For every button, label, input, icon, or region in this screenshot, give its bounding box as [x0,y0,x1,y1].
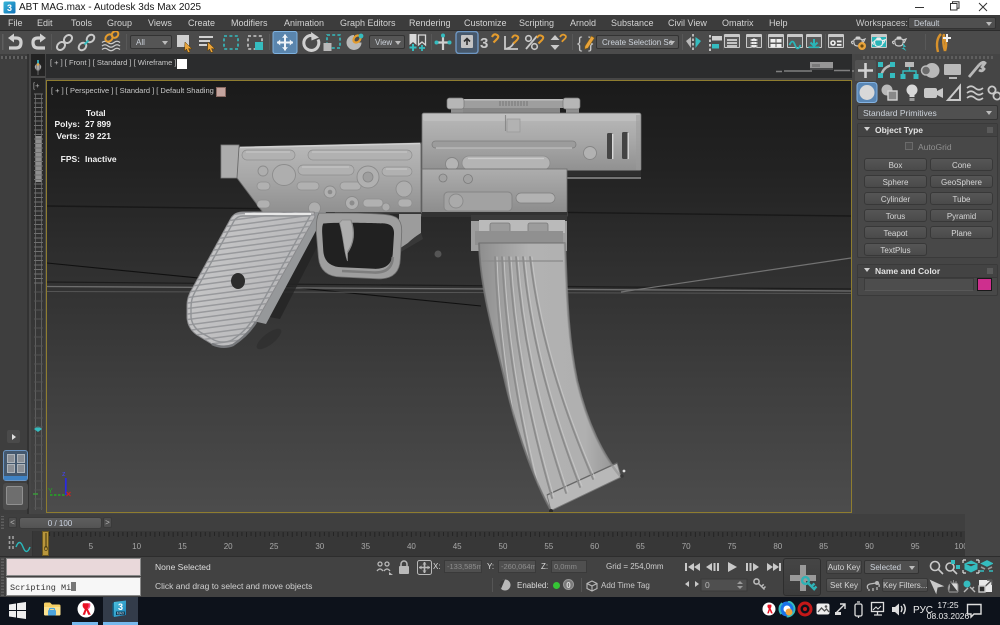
svg-text:70: 70 [682,542,691,551]
svg-text:55: 55 [544,542,553,551]
svg-text:20: 20 [224,542,233,551]
svg-text:90: 90 [865,542,874,551]
svg-text:95: 95 [911,542,920,551]
svg-text:15: 15 [178,542,187,551]
svg-text:0: 0 [705,580,710,590]
svg-text:{: { [577,35,583,52]
svg-text:3: 3 [480,35,488,52]
svg-text:3: 3 [118,602,123,612]
svg-text:60: 60 [590,542,599,551]
svg-text:80: 80 [773,542,782,551]
svg-text:45: 45 [453,542,462,551]
svg-text:3: 3 [7,3,12,13]
svg-text:10: 10 [132,542,141,551]
svg-text:75: 75 [728,542,737,551]
svg-text:MAX: MAX [117,612,125,616]
svg-text:5: 5 [89,542,94,551]
svg-text:z: z [62,471,66,478]
svg-text:25: 25 [270,542,279,551]
svg-text:100: 100 [954,542,965,551]
svg-text:[+: [+ [33,81,40,90]
svg-text:35: 35 [361,542,370,551]
svg-text:50: 50 [499,542,508,551]
svg-text:85: 85 [819,542,828,551]
svg-text:Y: Y [48,488,53,495]
svg-text:40: 40 [407,542,416,551]
svg-text:30: 30 [315,542,324,551]
svg-text:65: 65 [636,542,645,551]
